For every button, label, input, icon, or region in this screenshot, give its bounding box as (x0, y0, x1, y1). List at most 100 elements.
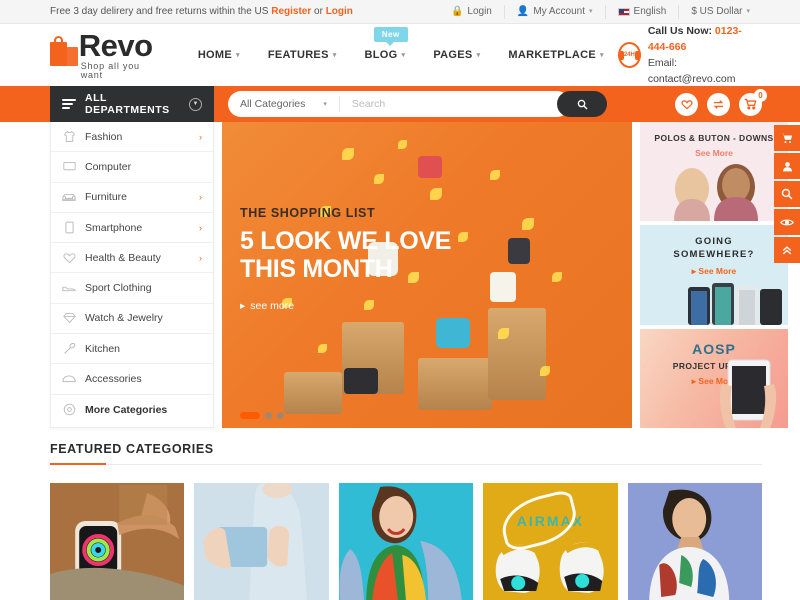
search-input[interactable] (339, 98, 570, 110)
promo-see-more[interactable]: See More (640, 148, 788, 158)
sidebar-label: Computer (85, 160, 132, 173)
shirt-icon (62, 130, 76, 144)
register-link[interactable]: Register (271, 6, 311, 17)
page-root: Free 3 day delirery and free returns wit… (0, 0, 800, 600)
promo-banner-going-somewhere[interactable]: GOING SOMEWHERE? ▸ See More (640, 225, 788, 325)
sidebar-item-watch-jewelry[interactable]: Watch & Jewelry (51, 304, 213, 335)
main-content: Fashion › Computer Furniture › Smartphon… (0, 122, 800, 428)
all-departments-label: ALL DEPARTMENTS (85, 92, 170, 116)
hero-slider[interactable]: THE SHOPPING LIST 5 LOOK WE LOVE THIS MO… (222, 122, 632, 428)
hero-see-more-button[interactable]: ▸ see more (240, 300, 451, 312)
smartwatch-image (50, 483, 185, 600)
hero-see-more-label: see more (250, 300, 295, 312)
sidebar-label: Furniture (85, 191, 128, 204)
header-action-icons: 0 (675, 88, 788, 116)
featured-card-smartwatch[interactable] (50, 483, 185, 600)
nav-item-home[interactable]: HOME ▾ (184, 49, 254, 61)
call-line: Call Us Now: 0123-444-666 (648, 23, 762, 55)
nav-item-features[interactable]: FEATURES ▾ (254, 49, 351, 61)
chevron-down-icon: ▾ (332, 52, 337, 59)
all-departments-button[interactable]: ALL DEPARTMENTS ▼ (50, 86, 214, 122)
nav-item-marketplace[interactable]: MARKETPLACE ▾ (494, 49, 617, 61)
search-button[interactable] (557, 91, 607, 117)
language-selector[interactable]: English (604, 4, 679, 19)
nav-label: MARKETPLACE (508, 49, 597, 61)
sidebar-item-kitchen[interactable]: Kitchen (51, 334, 213, 365)
nav-item-pages[interactable]: PAGES ▾ (419, 49, 494, 61)
hero-text: THE SHOPPING LIST 5 LOOK WE LOVE THIS MO… (240, 206, 451, 312)
promo-see-more-label: See More (698, 265, 737, 276)
featured-title: FEATURED CATEGORIES (50, 442, 214, 456)
sidebar-label: Fashion (85, 130, 123, 143)
search-bar: ALL DEPARTMENTS ▼ All Categories ▾ Searc… (0, 86, 800, 122)
user-icon: 👤 (516, 5, 530, 17)
sidebar-item-sport-clothing[interactable]: Sport Clothing (51, 273, 213, 304)
chevron-down-icon: ▾ (236, 52, 240, 59)
sidebar-label: More Categories (85, 403, 168, 416)
side-rail (774, 125, 800, 263)
wishlist-button[interactable] (675, 92, 698, 116)
email-line[interactable]: Email: contact@revo.com (648, 55, 762, 87)
featured-grid: AIRMAX (50, 483, 763, 600)
chevron-down-icon: ▾ (323, 101, 327, 108)
nav-label: PAGES (433, 49, 473, 61)
featured-card-bag[interactable] (194, 483, 329, 600)
carousel-dot-2[interactable] (265, 412, 272, 419)
login-button[interactable]: 🔒 Login (439, 5, 504, 19)
grid-icon (62, 403, 76, 417)
logo-name: Revo (78, 28, 153, 63)
sidebar-item-more-categories[interactable]: More Categories (51, 395, 213, 425)
promo-message: Free 3 day delirery and free returns wit… (12, 6, 353, 17)
hamburger-icon (62, 99, 76, 109)
chevron-right-icon: › (199, 192, 202, 203)
featured-card-fashion-man[interactable] (627, 483, 763, 600)
sidebar-item-accessories[interactable]: Accessories (51, 364, 213, 395)
carousel-dot-3[interactable] (277, 412, 284, 419)
rail-eye-button[interactable] (774, 209, 800, 235)
arrow-right-icon: ▸ (691, 265, 697, 276)
sidebar-item-smartphone[interactable]: Smartphone › (51, 213, 213, 244)
sidebar-item-furniture[interactable]: Furniture › (51, 183, 213, 213)
rail-cart-button[interactable] (774, 125, 800, 151)
rail-scroll-top-button[interactable] (774, 237, 800, 263)
logo-tagline: Shop all you want (80, 61, 140, 80)
promo-banners: POLOS & BUTON - DOWNS See More GOING SOM… (640, 122, 788, 428)
category-dropdown[interactable]: All Categories ▾ (228, 96, 340, 112)
or-text: or (311, 6, 326, 17)
diamond-icon (62, 311, 76, 325)
arrow-right-icon: ▸ (691, 376, 697, 387)
rail-user-button[interactable] (774, 153, 800, 179)
currency-selector[interactable]: $ US Dollar ▾ (678, 4, 762, 19)
my-account-menu[interactable]: 👤 My Account ▾ (503, 4, 605, 19)
login-link[interactable]: Login (326, 6, 353, 17)
promo-title: GOING SOMEWHERE? (673, 236, 755, 261)
compare-button[interactable] (707, 92, 730, 116)
featured-header: FEATURED CATEGORIES (50, 442, 762, 465)
currency-label: $ US Dollar (691, 5, 743, 17)
hero-subtitle: THE SHOPPING LIST (240, 206, 376, 220)
headset-icon: 24H (617, 42, 641, 68)
carousel-dot-1[interactable] (240, 412, 260, 419)
promo-banner-polos[interactable]: POLOS & BUTON - DOWNS See More (640, 122, 788, 222)
call-label: Call Us Now: (647, 25, 712, 37)
sidebar-item-computer[interactable]: Computer (51, 152, 213, 183)
sidebar-item-health-beauty[interactable]: Health & Beauty › (51, 243, 213, 274)
us-flag-icon (617, 7, 630, 16)
phone-icon (62, 221, 76, 235)
top-bar: Free 3 day delirery and free returns wit… (0, 0, 800, 24)
promo-see-more[interactable]: ▸ See More (640, 266, 788, 277)
headset-label: 24H (623, 52, 635, 58)
nav-item-blog[interactable]: BLOG ▾ (351, 49, 420, 61)
sofa-icon (62, 190, 76, 204)
arrow-right-icon: ▸ (240, 300, 246, 312)
logo[interactable]: Revo Shop all you want (12, 30, 156, 80)
sidebar-label: Accessories (85, 373, 142, 386)
promo-banner-aosp[interactable]: AOSP PROJECT UPDATE ▸ See More (640, 328, 788, 428)
hero-title-line2: THIS MONTH (240, 255, 393, 283)
login-label: Login (467, 5, 492, 17)
featured-card-airmax[interactable]: AIRMAX (483, 483, 618, 600)
cart-button[interactable]: 0 (739, 88, 767, 116)
featured-card-fashion-woman[interactable] (338, 483, 474, 600)
sidebar-item-fashion[interactable]: Fashion › (51, 122, 213, 153)
rail-search-button[interactable] (774, 181, 800, 207)
